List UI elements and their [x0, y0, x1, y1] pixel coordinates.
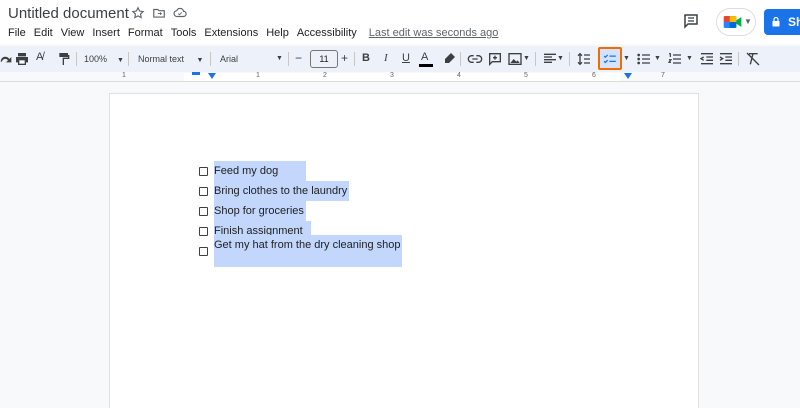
ruler-number: 6 — [592, 72, 596, 79]
clear-formatting-icon[interactable] — [745, 51, 761, 67]
checkbox[interactable] — [199, 186, 208, 196]
toolbar-divider — [288, 52, 289, 66]
menu-file[interactable]: File — [8, 27, 26, 39]
toolbar-divider — [210, 52, 211, 66]
document-title[interactable]: Untitled document — [8, 5, 129, 22]
checkbox[interactable] — [199, 206, 208, 216]
add-comment-icon[interactable] — [487, 51, 503, 67]
chevron-down-icon[interactable]: ▼ — [523, 50, 530, 68]
redo-icon[interactable] — [0, 51, 14, 67]
bold-button[interactable]: B — [362, 49, 370, 67]
style-select[interactable]: Normal text ▼ — [138, 50, 203, 68]
print-icon[interactable] — [14, 51, 30, 67]
font-size-input[interactable]: 11 — [310, 50, 338, 68]
first-line-indent-marker[interactable] — [192, 72, 200, 75]
chevron-down-icon[interactable]: ▼ — [557, 50, 564, 68]
checklist-item[interactable]: Bring clothes to the laundry — [199, 181, 350, 201]
checklist-button[interactable] — [598, 47, 622, 70]
ruler-number: 1 — [122, 72, 126, 79]
meet-icon — [723, 16, 742, 28]
numbered-list-icon[interactable] — [667, 51, 683, 67]
toolbar-divider — [76, 52, 77, 66]
menu-insert[interactable]: Insert — [92, 27, 120, 39]
line-spacing-icon[interactable] — [576, 51, 592, 67]
decrease-font-size-button[interactable]: − — [295, 49, 302, 67]
chevron-down-icon: ▼ — [744, 17, 752, 26]
toolbar-divider — [569, 52, 570, 66]
checkbox[interactable] — [199, 166, 208, 176]
toolbar-divider — [535, 52, 536, 66]
paint-format-icon[interactable] — [56, 51, 72, 67]
insert-image-icon[interactable] — [507, 51, 523, 67]
chevron-down-icon[interactable]: ▼ — [654, 50, 661, 68]
spellcheck-icon[interactable]: A̸ — [36, 48, 43, 66]
toolbar-divider — [738, 52, 739, 66]
insert-link-icon[interactable] — [467, 51, 483, 67]
ruler-number: 7 — [661, 72, 665, 79]
increase-font-size-button[interactable]: + — [341, 49, 348, 67]
left-indent-marker[interactable] — [208, 73, 216, 79]
menu-tools[interactable]: Tools — [171, 27, 197, 39]
checklist-icon — [603, 54, 616, 64]
checklist-item[interactable]: Feed my dog — [199, 161, 307, 181]
highlight-color-icon[interactable] — [441, 51, 457, 67]
bulleted-list-icon[interactable] — [636, 51, 652, 67]
ruler-number: 5 — [524, 72, 528, 79]
checkbox[interactable] — [199, 246, 208, 256]
chevron-down-icon[interactable]: ▼ — [276, 50, 283, 68]
lock-icon — [772, 16, 780, 27]
ruler-active-area — [184, 73, 620, 81]
menu-edit[interactable]: Edit — [34, 27, 53, 39]
share-button[interactable]: Sh — [764, 9, 800, 35]
font-select[interactable]: Arial — [220, 50, 238, 68]
text-color-swatch — [419, 64, 433, 67]
right-indent-marker[interactable] — [624, 73, 632, 79]
ruler-number: 3 — [390, 72, 394, 79]
menu-accessibility[interactable]: Accessibility — [297, 27, 357, 39]
menu-help[interactable]: Help — [266, 27, 289, 39]
ruler-number: 4 — [457, 72, 461, 79]
star-icon[interactable] — [131, 6, 145, 20]
toolbar-divider — [460, 52, 461, 66]
toolbar-divider — [354, 52, 355, 66]
underline-button[interactable]: U — [402, 49, 410, 67]
ruler-number: 2 — [323, 72, 327, 79]
decrease-indent-icon[interactable] — [699, 51, 715, 67]
comment-history-icon[interactable] — [682, 12, 700, 30]
menu-bar: File Edit View Insert Format Tools Extensions H… — [8, 27, 506, 39]
cloud-saved-icon[interactable] — [173, 6, 187, 20]
align-left-icon[interactable] — [542, 51, 558, 67]
increase-indent-icon[interactable] — [718, 51, 734, 67]
ruler-number: 1 — [256, 72, 260, 79]
move-folder-icon[interactable] — [152, 6, 166, 20]
zoom-select[interactable]: 100% ▼ — [84, 50, 124, 68]
chevron-down-icon: ▼ — [117, 57, 124, 64]
meet-button[interactable]: ▼ — [716, 8, 756, 36]
menu-extensions[interactable]: Extensions — [204, 27, 258, 39]
document-page[interactable]: Feed my dog Bring clothes to the laundry… — [110, 94, 698, 408]
chevron-down-icon[interactable]: ▼ — [686, 50, 693, 68]
checklist-item[interactable]: Shop for groceries — [199, 201, 306, 221]
checkbox[interactable] — [199, 226, 208, 236]
chevron-down-icon[interactable]: ▼ — [623, 50, 630, 68]
last-edit-link[interactable]: Last edit was seconds ago — [369, 27, 499, 39]
menu-format[interactable]: Format — [128, 27, 163, 39]
top-header: Untitled document File Edit View Insert Form… — [0, 0, 800, 44]
chevron-down-icon: ▼ — [196, 57, 204, 64]
checklist-item[interactable]: Get my hat from the dry cleaning shop — [199, 235, 403, 267]
italic-button[interactable]: I — [384, 49, 388, 67]
toolbar-divider — [128, 52, 129, 66]
menu-view[interactable]: View — [61, 27, 85, 39]
